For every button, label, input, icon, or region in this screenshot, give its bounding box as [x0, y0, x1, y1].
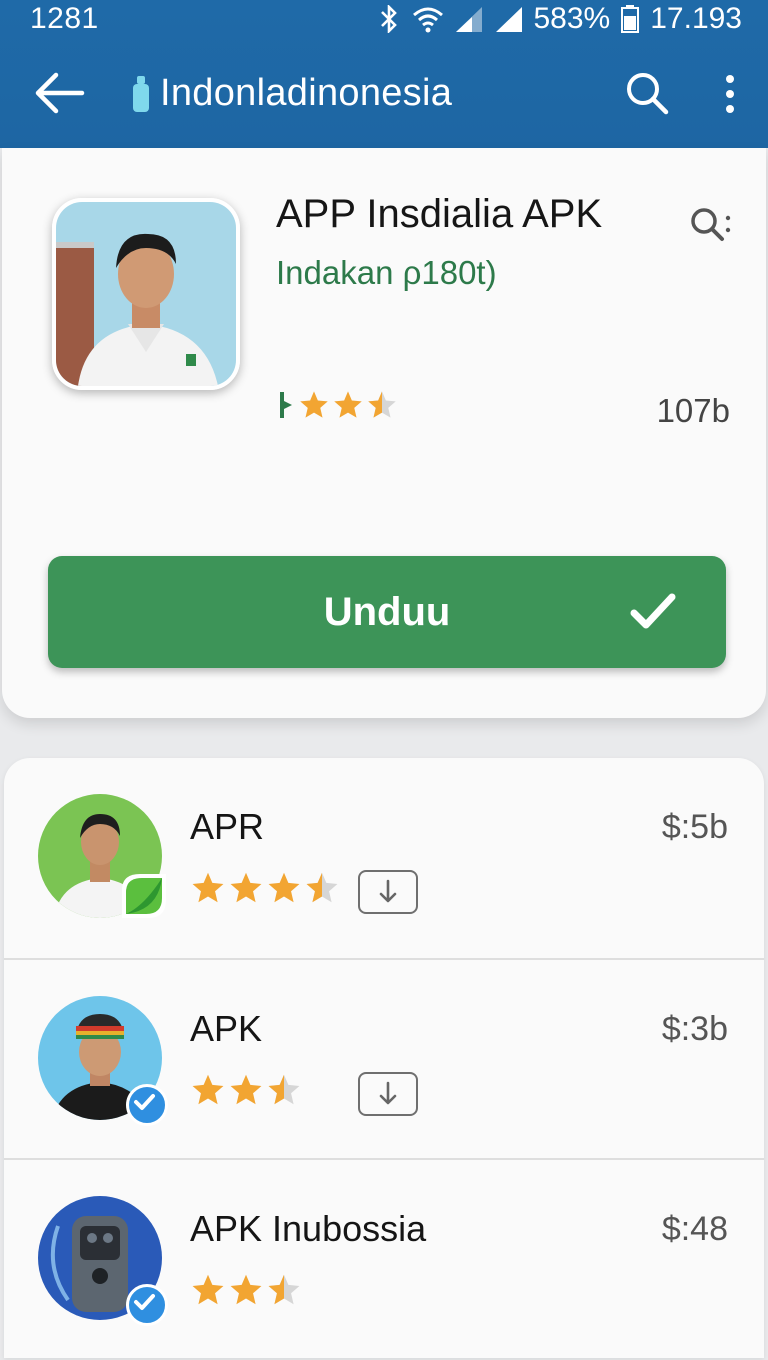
star-full-icon — [192, 1274, 224, 1305]
install-button[interactable]: Unduu — [48, 556, 726, 668]
list-item-price: $:48 — [661, 1210, 728, 1248]
check-icon — [630, 593, 676, 629]
status-bar: 1281 583% 17.193 — [0, 0, 768, 40]
more-vert-icon[interactable] — [720, 74, 740, 114]
top-bar: 1281 583% 17.193 Indonladinonesia — [0, 0, 768, 148]
star-full-icon — [192, 872, 224, 903]
rating-stars — [190, 1072, 302, 1108]
star-full-icon — [230, 872, 262, 903]
related-apps-list: APR $:5b APK $:3b APK Inubossia $:48 — [4, 758, 764, 1358]
list-item-name: APK Inubossia — [190, 1208, 427, 1249]
rating-stars — [190, 870, 340, 906]
star-full-icon — [230, 1074, 262, 1105]
app-bar-title: Indonladinonesia — [160, 72, 453, 114]
list-item[interactable]: APK $:3b — [4, 958, 764, 1160]
star-half-icon — [306, 872, 338, 903]
download-button[interactable] — [358, 870, 418, 914]
battery-icon — [621, 5, 640, 33]
list-item-price: $:5b — [661, 808, 728, 846]
app-icon — [52, 198, 240, 390]
app-rating — [276, 388, 398, 422]
star-full-icon — [230, 1274, 262, 1305]
app-icon-portrait — [56, 202, 236, 386]
app-bar: Indonladinonesia — [0, 52, 768, 136]
star-full-icon — [268, 872, 300, 903]
list-item-name: APK — [190, 1008, 263, 1049]
status-clock: 17.193 — [650, 2, 742, 35]
bottle-icon — [133, 75, 149, 112]
signal-icon-2 — [495, 7, 522, 32]
wifi-icon — [412, 7, 443, 33]
star-full-icon — [334, 391, 362, 418]
star-full-icon — [300, 391, 328, 418]
list-item-name: APR — [190, 806, 265, 847]
status-icons: 583% 17.193 — [376, 2, 742, 36]
rating-stars — [298, 389, 398, 421]
rating-stars — [190, 1272, 302, 1308]
app-subtitle: Indakan ρ180t) — [276, 254, 497, 291]
app-detail-card: APP Insdialia APK Indakan ρ180t) 107b Un… — [2, 148, 766, 718]
app-bar-title-group: Indonladinonesia — [130, 72, 452, 115]
download-button[interactable] — [358, 1072, 418, 1116]
star-half-icon — [268, 1074, 300, 1105]
bluetooth-icon — [380, 5, 397, 33]
list-item[interactable]: APR $:5b — [4, 758, 764, 958]
back-arrow-icon[interactable] — [32, 70, 86, 116]
search-icon[interactable] — [624, 70, 670, 116]
star-half-icon — [368, 391, 396, 418]
rating-marker-icon — [280, 392, 292, 418]
status-time: 1281 — [30, 2, 99, 35]
signal-icon — [455, 7, 482, 32]
list-item-price: $:3b — [661, 1010, 728, 1048]
battery-percent: 583% — [533, 2, 611, 35]
star-half-icon — [268, 1274, 300, 1305]
download-icon — [379, 879, 397, 903]
install-button-label: Unduu — [323, 590, 451, 634]
search-glass-icon[interactable] — [688, 206, 732, 246]
app-title: APP Insdialia APK — [276, 192, 603, 236]
list-item[interactable]: APK Inubossia $:48 — [4, 1158, 764, 1360]
app-size: 107b — [656, 392, 730, 429]
verified-badge-icon — [126, 1284, 168, 1326]
leaf-badge-icon — [122, 874, 166, 918]
download-icon — [379, 1081, 397, 1105]
star-full-icon — [192, 1074, 224, 1105]
verified-badge-icon — [126, 1084, 168, 1126]
